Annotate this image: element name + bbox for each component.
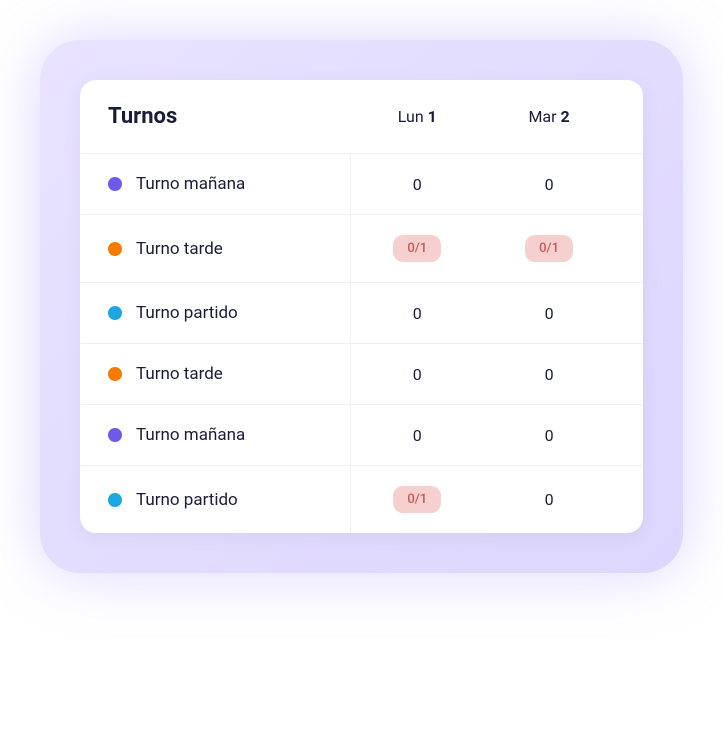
day-label: Mar: [528, 107, 556, 126]
table-row[interactable]: Turno mañana 00: [80, 153, 643, 214]
color-dot-icon: [108, 493, 122, 507]
shift-label: Turno partido: [136, 303, 238, 323]
shift-info: Turno tarde: [108, 239, 351, 259]
shift-label: Turno mañana: [136, 174, 245, 194]
shift-info: Turno mañana: [108, 174, 351, 194]
shift-info: Turno mañana: [108, 425, 351, 445]
shift-label: Turno tarde: [136, 239, 223, 259]
day-number: 1: [428, 107, 437, 126]
shift-label: Turno mañana: [136, 425, 245, 445]
color-dot-icon: [108, 242, 122, 256]
table-row[interactable]: Turno tarde 0/1 0/1: [80, 214, 643, 282]
day-number: 2: [561, 107, 570, 126]
value-cell[interactable]: 0: [483, 426, 615, 445]
table-title: Turnos: [108, 104, 351, 129]
status-badge: 0/1: [393, 486, 441, 513]
table-header: Turnos Lun 1 Mar 2: [80, 80, 643, 153]
value-cell[interactable]: 0: [351, 304, 483, 323]
table-row[interactable]: Turno mañana 00: [80, 404, 643, 465]
value-cell[interactable]: 0/1: [351, 235, 483, 262]
day-header-1: Mar 2: [483, 107, 615, 126]
value-cell[interactable]: 0/1: [351, 486, 483, 513]
value-cell[interactable]: 0: [483, 490, 615, 509]
value-cell[interactable]: 0: [351, 426, 483, 445]
shift-info: Turno tarde: [108, 364, 351, 384]
value-cell[interactable]: 0: [483, 175, 615, 194]
shift-label: Turno tarde: [136, 364, 223, 384]
value-cell[interactable]: 0: [483, 365, 615, 384]
table-row[interactable]: Turno partido 0/1 0: [80, 465, 643, 533]
outer-container: Turnos Lun 1 Mar 2 Turno mañana00Turno t…: [40, 40, 683, 573]
shift-label: Turno partido: [136, 490, 238, 510]
value-cell[interactable]: 0: [351, 175, 483, 194]
color-dot-icon: [108, 306, 122, 320]
day-header-0: Lun 1: [351, 107, 483, 126]
shifts-table: Turnos Lun 1 Mar 2 Turno mañana00Turno t…: [80, 80, 643, 533]
status-badge: 0/1: [393, 235, 441, 262]
color-dot-icon: [108, 428, 122, 442]
table-row[interactable]: Turno partido 00: [80, 282, 643, 343]
value-cell[interactable]: 0: [351, 365, 483, 384]
status-badge: 0/1: [525, 235, 573, 262]
shift-info: Turno partido: [108, 303, 351, 323]
value-cell[interactable]: 0/1: [483, 235, 615, 262]
color-dot-icon: [108, 177, 122, 191]
color-dot-icon: [108, 367, 122, 381]
shifts-card: Turnos Lun 1 Mar 2 Turno mañana00Turno t…: [80, 80, 643, 533]
table-row[interactable]: Turno tarde 00: [80, 343, 643, 404]
day-label: Lun: [398, 107, 424, 126]
value-cell[interactable]: 0: [483, 304, 615, 323]
shift-info: Turno partido: [108, 490, 351, 510]
